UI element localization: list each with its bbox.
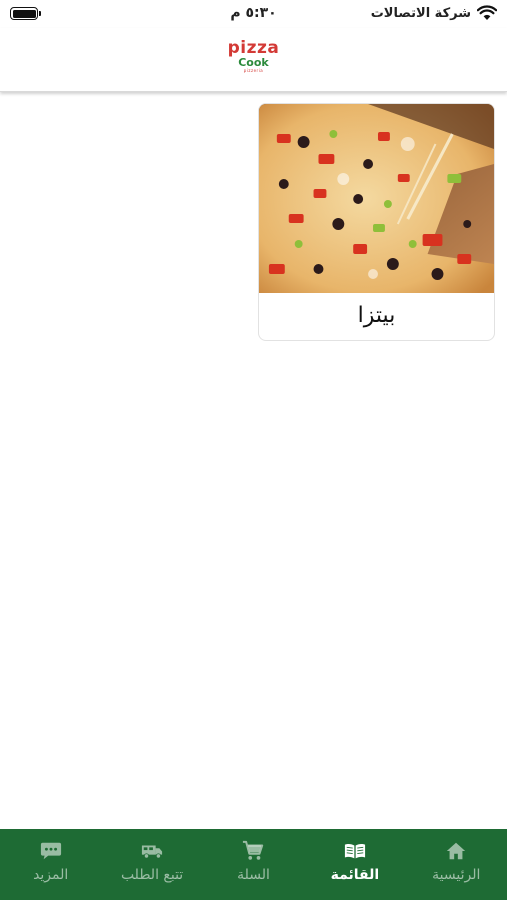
menu-content: بيتزا [0,93,507,829]
brand-logo: pizza Cook pizzeria [0,40,507,73]
pizza-photo [259,104,494,293]
bottom-nav: الرئيسية القائمة السلة تتبع الطلب المزيد [0,829,507,900]
category-card-pizza[interactable]: بيتزا [258,103,495,341]
carrier-name: شركة الاتصالات [370,5,471,21]
status-bar: ٥:٣٠ م شركة الاتصالات [0,0,507,28]
nav-label-more: المزيد [33,867,69,883]
nav-label-track: تتبع الطلب [120,867,184,883]
nav-item-home[interactable]: الرئيسية [406,829,507,900]
book-icon [344,843,365,859]
logo-text-pizzeria: pizzeria [243,68,264,73]
category-label: بيتزا [357,303,396,328]
nav-label-home: الرئيسية [432,867,481,883]
chat-icon [40,842,61,860]
nav-label-cart: السلة [237,867,270,883]
nav-item-menu[interactable]: القائمة [304,829,405,900]
app-header: pizza Cook pizzeria [0,28,507,92]
nav-item-track[interactable]: تتبع الطلب [101,829,202,900]
logo-text-cook: Cook [238,56,269,69]
wifi-icon [477,5,497,20]
cart-icon [243,840,264,860]
logo-text-pizza: pizza [227,38,280,58]
home-icon [447,842,466,860]
nav-item-more[interactable]: المزيد [0,829,101,900]
truck-icon [141,845,163,859]
nav-item-cart[interactable]: السلة [203,829,304,900]
nav-label-menu: القائمة [330,867,380,883]
